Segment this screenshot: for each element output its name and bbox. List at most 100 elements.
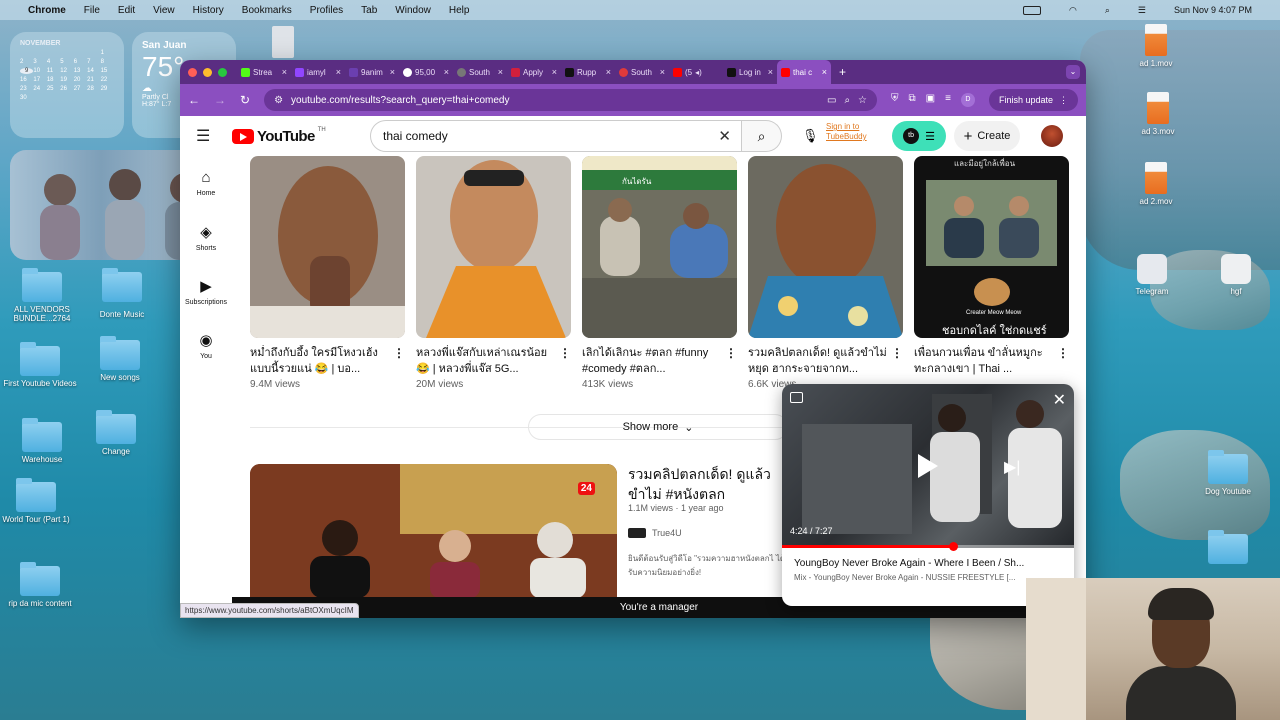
youtube-miniplayer[interactable]: ✕ ▶| 4:24 / 7:27 YoungBoy Never Broke Ag… [782,384,1074,606]
menu-edit[interactable]: Edit [118,5,135,16]
menu-profiles[interactable]: Profiles [310,5,343,16]
channel-link[interactable]: True4U [628,528,682,538]
menu-view[interactable]: View [153,5,175,16]
address-bar[interactable]: ⚙ youtube.com/results?search_query=thai+… [264,89,878,111]
show-more-button[interactable]: Show more ⌄ [528,414,788,440]
site-info-icon[interactable]: ⚙ [274,95,283,106]
short-title[interactable]: เลิกได้เลิกนะ #ตลก #funny #comedy #ตลก..… [582,345,737,377]
video-title[interactable]: รวมคลิปตลกเด็ด! ดูแล้วขำไม่ #หนังตลก [628,464,788,504]
bookmark-star-icon[interactable]: ☆ [858,95,867,106]
browser-tab[interactable]: Strea × [237,60,291,84]
menubar-app-name[interactable]: Chrome [28,5,66,16]
miniplayer-progress[interactable] [782,542,1074,551]
menubar-datetime[interactable]: Sun Nov 9 4:07 PM [1174,5,1252,15]
shield-icon[interactable]: ⛨ [891,93,899,107]
close-tab-icon[interactable]: × [552,67,557,77]
close-tab-icon[interactable]: × [768,67,773,77]
short-thumbnail[interactable] [250,156,405,338]
browser-tab[interactable]: (5 ◂) [669,60,723,84]
desktop-folder[interactable]: World Tour (Part 1) [0,478,76,524]
media-icon[interactable]: ▣ [926,93,935,107]
expand-icon[interactable] [790,392,803,403]
battery-icon[interactable] [1022,5,1041,15]
youtube-logo[interactable]: YouTube TH [232,127,326,145]
short-title[interactable]: รวมคลิปตลกเด็ด! ดูแล้วขำไม่หยุด ฮากระจาย… [748,345,903,377]
more-vert-icon[interactable]: ⋮ [891,345,903,361]
search-input[interactable]: thai comedy ✕ [370,120,742,152]
menu-icon[interactable]: ☰ [196,126,216,146]
menu-help[interactable]: Help [449,5,470,16]
sidebar-item-shorts[interactable]: ◈ Shorts [180,210,232,264]
desktop-file[interactable]: ad 2.mov [1116,162,1196,206]
more-vert-icon[interactable]: ⋮ [1059,95,1068,106]
play-icon[interactable] [918,454,938,478]
browser-tab[interactable]: Rupp × [561,60,615,84]
close-tab-icon[interactable]: × [498,67,503,77]
close-tab-icon[interactable]: × [822,67,827,77]
control-center-icon[interactable]: ☰ [1138,5,1146,16]
minimize-window-button[interactable] [203,67,212,77]
browser-tab[interactable]: Apply × [507,60,561,84]
zoom-icon[interactable]: ⌕ [844,95,850,106]
search-icon[interactable]: ⌕ [1105,5,1110,16]
close-tab-icon[interactable]: × [390,67,395,77]
extensions-icon[interactable]: ⧉ [909,93,916,107]
browser-tab-active[interactable]: thai c × [777,60,831,84]
close-tab-icon[interactable]: × [606,67,611,77]
microphone-icon[interactable]: 🎙 [802,128,819,144]
browser-tab[interactable]: South × [615,60,669,84]
desktop-folder[interactable]: rip da mic content [0,562,80,608]
more-vert-icon[interactable]: ⋮ [559,345,571,361]
create-button[interactable]: + Create [954,121,1020,151]
short-title[interactable]: เพื่อนกวนเพื่อน ขำลั่นหมูกะทะกลางเขา | T… [914,345,1069,377]
forward-icon[interactable]: → [214,93,226,107]
more-vert-icon[interactable]: ⋮ [725,345,737,361]
clear-search-icon[interactable]: ✕ [718,127,731,145]
desktop-folder[interactable]: Change [76,410,156,456]
short-card[interactable]: กันไดรัน เลิกได้เลิกนะ #ตลก #funny #come… [582,156,737,390]
maximize-window-button[interactable] [218,67,227,77]
more-vert-icon[interactable]: ⋮ [1057,345,1069,361]
menu-bookmarks[interactable]: Bookmarks [242,5,292,16]
desktop-file[interactable]: ad 1.mov [1116,24,1196,68]
miniplayer-video[interactable]: ✕ ▶| 4:24 / 7:27 [782,384,1074,551]
skip-next-icon[interactable]: ▶| [1004,457,1020,477]
close-tab-icon[interactable]: × [444,67,449,77]
video-thumbnail[interactable]: 24 [250,464,617,598]
reload-icon[interactable]: ↻ [240,93,250,107]
back-icon[interactable]: ← [188,93,200,107]
profile-avatar[interactable]: D [960,93,975,107]
short-title[interactable]: หม่ำถึงกับอึ้ง ใครมีโหงวเฮ้งแบบนี้รวยแน่… [250,345,405,377]
close-icon[interactable]: ✕ [1053,390,1066,410]
tab-search-icon[interactable]: ⌄ [1066,65,1080,79]
short-thumbnail[interactable] [416,156,571,338]
reading-list-icon[interactable]: ≡ [945,93,951,107]
close-tab-icon[interactable]: × [336,67,341,77]
short-title[interactable]: หลวงพี่แจ๊สกับเหล่าเณรน้อย 😂 | หลวงพี่แจ… [416,345,571,377]
desktop-folder[interactable]: ALL VENDORS BUNDLE...2764 [2,268,82,323]
calendar-widget[interactable]: NOVEMBER 1 2 3 4 5 6 7 8 9 10 11 12 13 14 15 16 17 18 19 20… [10,32,124,138]
browser-tab[interactable]: 95,00 × [399,60,453,84]
desktop-folder[interactable]: New songs [80,336,160,382]
close-tab-icon[interactable]: × [660,67,665,77]
short-card[interactable]: รวมคลิปตลกเด็ด! ดูแล้วขำไม่หยุด ฮากระจาย… [748,156,903,390]
wifi-icon[interactable]: ◠ [1069,5,1077,16]
desktop-folder[interactable]: Donte Music [82,268,162,319]
sidebar-item-you[interactable]: ◉ You [180,318,232,372]
close-tab-icon[interactable]: × [282,67,287,77]
cast-icon[interactable]: ▭ [827,95,836,106]
sidebar-item-subscriptions[interactable]: ▶︎ Subscriptions [180,264,232,318]
desktop-folder[interactable]: First Youtube Videos [0,342,80,388]
short-card[interactable]: หม่ำถึงกับอึ้ง ใครมีโหงวเฮ้งแบบนี้รวยแน่… [250,156,405,390]
short-card[interactable]: และมีอยู่ใกล้เพื่อน Creater Meow Meow ชอบก… [914,156,1069,390]
menu-window[interactable]: Window [395,5,431,16]
browser-tab[interactable]: 9anim × [345,60,399,84]
new-tab-icon[interactable]: + [839,65,846,79]
browser-tab[interactable]: Log in × [723,60,777,84]
short-thumbnail[interactable]: และมีอยู่ใกล้เพื่อน Creater Meow Meow ชอบก… [914,156,1069,338]
desktop-file[interactable]: hgf [1196,254,1276,296]
desktop-file[interactable] [243,26,323,61]
desktop-folder[interactable] [1188,530,1268,567]
short-thumbnail[interactable]: กันไดรัน [582,156,737,338]
tubebuddy-button[interactable]: tb ☰ [892,121,946,151]
